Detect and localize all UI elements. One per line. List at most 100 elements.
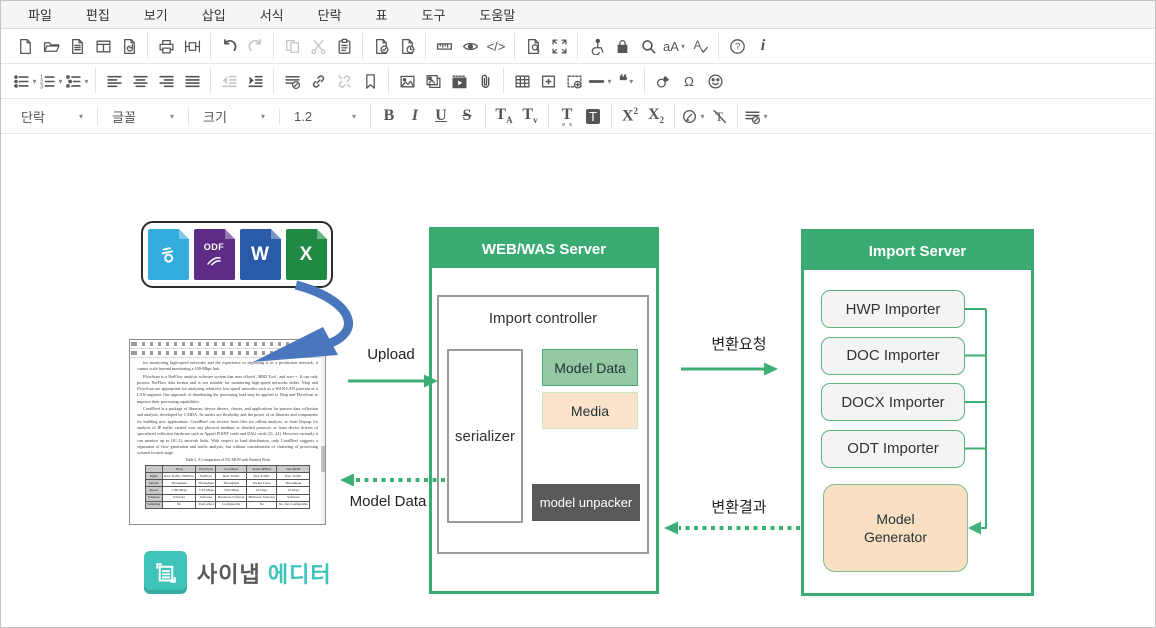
image-icon[interactable] — [394, 68, 420, 94]
editor-history-icon[interactable] — [394, 33, 420, 59]
upload-label: Upload — [346, 346, 436, 363]
info-icon[interactable]: i — [750, 33, 776, 59]
request-label: 변환요청 — [693, 333, 785, 354]
preview-table: NtopFlowScanCoralReefSprint IPMonNG-MONI… — [145, 465, 311, 509]
fullscreen-icon[interactable] — [546, 33, 572, 59]
protect-icon[interactable] — [609, 33, 635, 59]
align-justify-icon[interactable] — [179, 68, 205, 94]
synap-editor-logo: 사이냅 에디터 — [144, 551, 332, 594]
indent-icon[interactable] — [242, 68, 268, 94]
unlink-icon[interactable] — [331, 68, 357, 94]
paragraph-format-icon[interactable] — [279, 68, 305, 94]
menu-item-3[interactable]: 삽입 — [185, 5, 243, 24]
accessibility-icon[interactable] — [583, 33, 609, 59]
redo-icon[interactable] — [242, 33, 268, 59]
background-color-button[interactable]: T — [580, 103, 606, 129]
character-style-icon[interactable]: ▾ — [680, 103, 706, 129]
preview-toolbar-row — [130, 349, 325, 358]
editor-canvas[interactable]: ODFWX for monitoring high-speed networks… — [1, 134, 1155, 626]
font-scale-icon[interactable]: aA▾ — [661, 33, 687, 59]
spellcheck-icon[interactable]: A — [687, 33, 713, 59]
superscript-button[interactable]: X2 — [617, 103, 643, 129]
draw-shape-icon[interactable] — [650, 68, 676, 94]
align-right-icon[interactable] — [153, 68, 179, 94]
logo-text-editor: 에디터 — [268, 562, 332, 587]
add-snippet-icon[interactable] — [561, 68, 587, 94]
bold-button[interactable]: B — [376, 103, 402, 129]
import-server-title: Import Server — [804, 232, 1031, 270]
subscript-button[interactable]: X2 — [643, 103, 669, 129]
model-generator-box: ModelGenerator — [823, 484, 968, 572]
italic-button[interactable]: I — [402, 103, 428, 129]
paste-icon[interactable] — [331, 33, 357, 59]
paragraph-style-icon[interactable]: ▾ — [743, 103, 769, 129]
synap-logo-icon — [144, 551, 187, 594]
webwas-server-title: WEB/WAS Server — [432, 230, 656, 268]
main-toolbar: </> aA▾A? i — [1, 29, 1155, 64]
import-controller-label: Import controller — [439, 310, 647, 327]
logo-text-synap: 사이냅 — [197, 562, 261, 587]
blockquote-icon[interactable]: ❝▾ — [613, 68, 639, 94]
preview-toolbar-row — [130, 340, 325, 349]
svg-text:3: 3 — [41, 84, 44, 89]
align-left-icon[interactable] — [101, 68, 127, 94]
menu-item-4[interactable]: 서식 — [243, 5, 301, 24]
font-size-down-button[interactable]: Tv — [517, 103, 543, 129]
undo-icon[interactable] — [216, 33, 242, 59]
print-icon[interactable] — [153, 33, 179, 59]
preview-icon[interactable] — [457, 33, 483, 59]
copy-icon[interactable] — [279, 33, 305, 59]
outdent-icon[interactable] — [216, 68, 242, 94]
bullet-list-icon[interactable]: ▾ — [12, 68, 38, 94]
font-family-select[interactable]: 글꼴▾ — [103, 107, 183, 126]
form-properties-icon[interactable] — [90, 33, 116, 59]
special-character-icon[interactable]: Ω — [676, 68, 702, 94]
open-document-icon[interactable] — [38, 33, 64, 59]
svg-text:?: ? — [735, 41, 740, 52]
importer-box-1: DOC Importer — [821, 337, 965, 375]
align-center-icon[interactable] — [127, 68, 153, 94]
help-icon[interactable]: ? — [724, 33, 750, 59]
ruler-icon[interactable] — [431, 33, 457, 59]
cut-icon[interactable] — [305, 33, 331, 59]
strikethrough-button[interactable]: S — [454, 103, 480, 129]
add-textbox-icon[interactable] — [535, 68, 561, 94]
emoticon-icon[interactable] — [702, 68, 728, 94]
attachment-icon[interactable] — [472, 68, 498, 94]
document-text-icon[interactable] — [64, 33, 90, 59]
model-data-return-label: Model Data — [342, 493, 434, 510]
find-document-icon[interactable] — [520, 33, 546, 59]
document-restore-icon[interactable] — [116, 33, 142, 59]
editor-check-icon[interactable] — [368, 33, 394, 59]
link-icon[interactable] — [305, 68, 331, 94]
menu-item-2[interactable]: 보기 — [127, 5, 185, 24]
menu-item-0[interactable]: 파일 — [11, 5, 69, 24]
paragraph-select[interactable]: 단락▾ — [12, 107, 92, 126]
numbered-list-icon[interactable]: 123▾ — [38, 68, 64, 94]
importer-box-2: DOCX Importer — [821, 383, 965, 421]
menu-item-7[interactable]: 도구 — [405, 5, 463, 24]
menu-item-8[interactable]: 도움말 — [462, 5, 532, 24]
font-size-up-button[interactable]: TA — [491, 103, 517, 129]
line-height-select[interactable]: 1.2▾ — [285, 109, 365, 124]
horizontal-rule-icon[interactable]: ▾ — [587, 68, 613, 94]
bookmark-icon[interactable] — [357, 68, 383, 94]
menu-item-1[interactable]: 편집 — [69, 5, 127, 24]
image-map-icon[interactable] — [420, 68, 446, 94]
table-icon[interactable] — [509, 68, 535, 94]
serializer-box: serializer — [447, 349, 523, 523]
video-icon[interactable] — [446, 68, 472, 94]
menu-item-6[interactable]: 표 — [359, 5, 405, 24]
multilevel-list-icon[interactable]: ▾ — [64, 68, 90, 94]
odf-file-icon: ODF — [194, 229, 235, 280]
search-icon[interactable] — [635, 33, 661, 59]
underline-button[interactable]: U — [428, 103, 454, 129]
clear-format-icon[interactable]: T — [706, 103, 732, 129]
menu-item-5[interactable]: 단락 — [301, 5, 359, 24]
font-size-select[interactable]: 크기▾ — [194, 107, 274, 126]
new-document-icon[interactable] — [12, 33, 38, 59]
page-setup-icon[interactable] — [179, 33, 205, 59]
preview-body: for monitoring high-speed networks and t… — [130, 358, 325, 509]
text-color-button[interactable]: T — [554, 103, 580, 129]
source-code-icon[interactable]: </> — [483, 33, 509, 59]
